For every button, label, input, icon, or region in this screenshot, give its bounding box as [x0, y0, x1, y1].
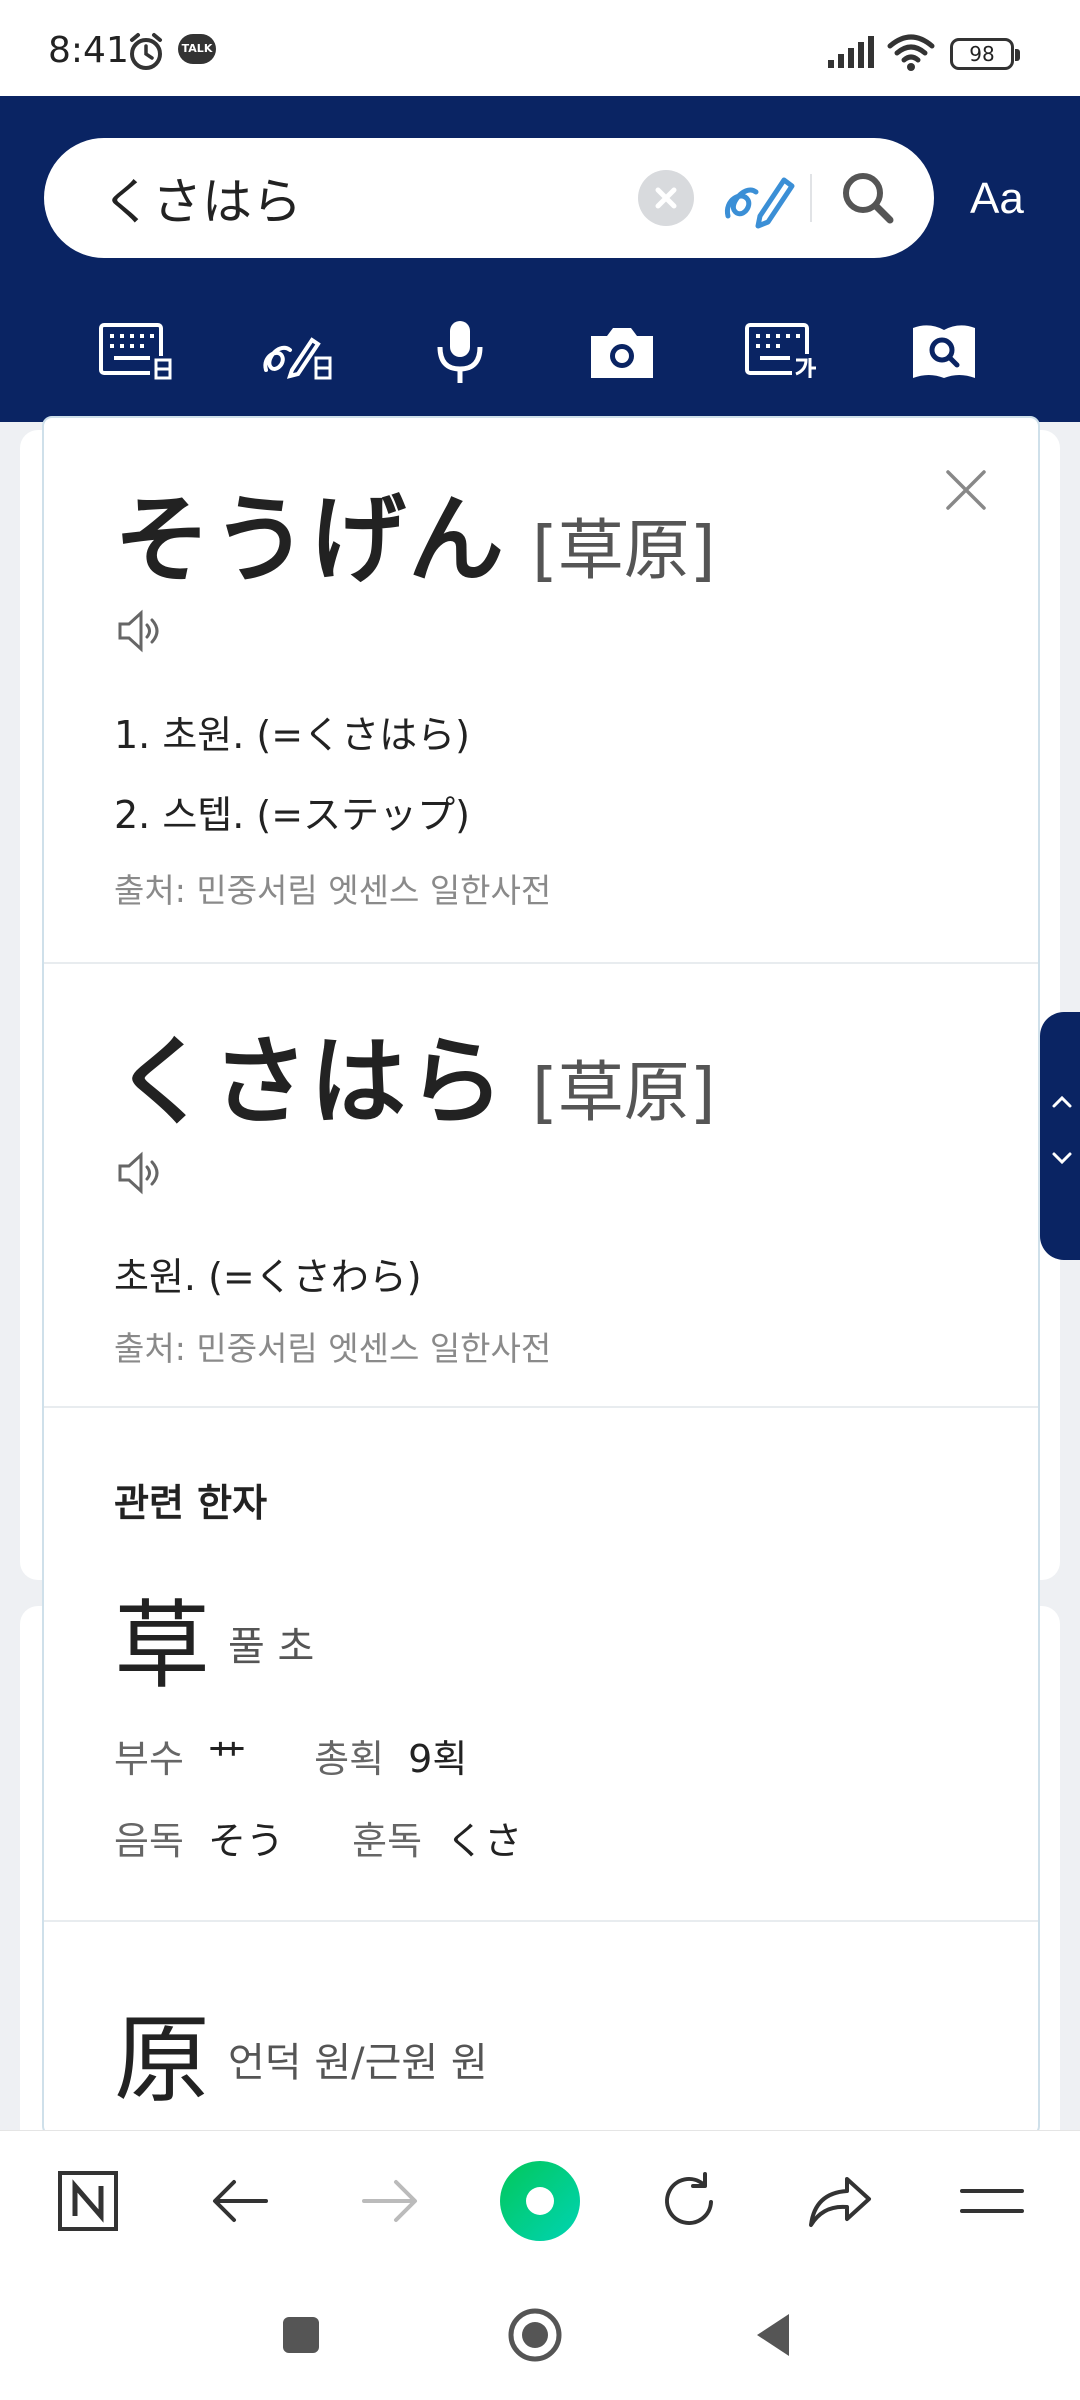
kanji-meaning: 언덕 원/근원 원 — [228, 2040, 488, 2086]
pronunciation-speaker-icon[interactable] — [116, 1148, 166, 1202]
radical-value: 艹 — [208, 1737, 247, 1781]
kanji-character: 原 — [114, 2004, 210, 2116]
kanji-readings: 음독 そう 훈독 くさ — [114, 1810, 522, 1865]
dictionary-entry: くさはら [草原] 초원. (=くさわら) 출처: 민중서림 엣센스 일한사전 — [44, 964, 1038, 1408]
dictionary-popup: そうげん [草原] 1. 초원. (=くさはら) 2. 스텝. (=ステップ) … — [42, 416, 1040, 2136]
status-time: 8:41 — [48, 30, 129, 71]
camera-icon — [591, 328, 653, 378]
menu-button[interactable] — [952, 2161, 1032, 2241]
strokes-value: 9획 — [408, 1737, 468, 1781]
kanji-character: 草 — [114, 1590, 210, 1702]
home-button[interactable] — [500, 2300, 570, 2370]
strokes-label: 총획 — [314, 1737, 385, 1781]
kun-reading-value: くさ — [446, 1819, 523, 1863]
definition: 초원. (=くさわら) — [114, 1255, 422, 1299]
entry-heading: そうげん [草原] — [114, 462, 716, 601]
forward-arrow-icon — [362, 2180, 417, 2222]
close-icon — [655, 187, 677, 209]
triangle-back-icon — [757, 2314, 789, 2356]
on-reading-label: 음독 — [114, 1819, 184, 1863]
headword-kanji: [草原] — [532, 1054, 716, 1131]
browser-toolbar — [0, 2130, 1080, 2270]
book-search-button[interactable] — [894, 302, 994, 402]
search-icon — [843, 173, 894, 224]
naver-home-button[interactable] — [48, 2161, 128, 2241]
naver-n-icon — [58, 2171, 118, 2231]
chevron-down-icon — [1052, 1152, 1072, 1165]
headword: そうげん — [114, 484, 506, 596]
dictionary-entry: そうげん [草原] 1. 초원. (=くさはら) 2. 스텝. (=ステップ) … — [44, 418, 1038, 964]
recent-apps-button[interactable] — [266, 2300, 336, 2370]
app-header: Aa — [0, 96, 1080, 422]
green-dot-icon — [500, 2161, 580, 2241]
back-arrow-icon — [213, 2180, 268, 2222]
headword: くさはら — [114, 1026, 506, 1138]
square-icon — [283, 2317, 319, 2353]
kanji-radical-strokes: 부수 艹 총획 9획 — [114, 1728, 467, 1783]
chevron-up-icon — [1052, 1095, 1072, 1108]
definition: 2. 스텝. (=ステップ) — [114, 793, 470, 837]
camera-button[interactable] — [572, 302, 672, 402]
headword-kanji: [草原] — [532, 512, 716, 589]
book-search-icon — [913, 325, 975, 378]
keyboard-ja-icon — [99, 323, 174, 380]
keyboard-ko-icon — [745, 323, 822, 380]
reload-icon — [665, 2172, 713, 2225]
search-button[interactable] — [834, 164, 904, 238]
keyboard-ko-button[interactable] — [734, 302, 834, 402]
system-nav-bar — [0, 2270, 1080, 2400]
search-box — [44, 138, 934, 258]
pronunciation-speaker-icon[interactable] — [116, 606, 166, 660]
forward-button[interactable] — [350, 2161, 430, 2241]
kanji-meaning: 풀 초 — [228, 1624, 315, 1670]
handwriting-ja-icon — [263, 337, 332, 380]
signal-icon — [828, 36, 878, 72]
handwriting-icon — [724, 177, 795, 229]
input-tools-row — [0, 302, 1080, 412]
search-divider — [810, 174, 812, 222]
microphone-icon — [437, 321, 483, 383]
green-dot-button[interactable] — [500, 2161, 580, 2241]
divider — [44, 1920, 1038, 1922]
source-text: 출처: 민중서림 엣센스 일한사전 — [114, 1329, 552, 1368]
search-input[interactable] — [102, 166, 662, 230]
radical-label: 부수 — [114, 1737, 184, 1781]
battery-icon: 98 — [950, 38, 1020, 70]
system-back-button[interactable] — [738, 2300, 808, 2370]
microphone-button[interactable] — [410, 302, 510, 402]
home-circle-icon — [508, 2308, 562, 2362]
status-bar: 8:41 TALK 98 — [0, 0, 1080, 96]
font-size-button[interactable]: Aa — [970, 174, 1024, 224]
wifi-icon — [886, 32, 936, 76]
alarm-icon — [126, 32, 166, 76]
scroll-tab[interactable] — [1040, 1012, 1080, 1260]
share-icon — [809, 2177, 871, 2227]
share-button[interactable] — [800, 2161, 880, 2241]
source-text: 출처: 민중서림 엣센스 일한사전 — [114, 871, 552, 910]
related-kanji-title: 관련 한자 — [114, 1481, 268, 1525]
on-reading-value: そう — [208, 1819, 285, 1863]
entry-heading: くさはら [草原] — [114, 1004, 716, 1143]
clear-search-button[interactable] — [638, 170, 694, 226]
menu-icon — [960, 2189, 1024, 2213]
back-button[interactable] — [200, 2161, 280, 2241]
talk-icon: TALK — [178, 34, 216, 64]
definition: 1. 초원. (=くさはら) — [114, 713, 470, 757]
kun-reading-label: 훈독 — [352, 1819, 423, 1863]
handwriting-ja-button[interactable] — [250, 302, 350, 402]
handwriting-button[interactable] — [720, 160, 796, 240]
keyboard-ja-button[interactable] — [88, 302, 188, 402]
reload-button[interactable] — [650, 2161, 730, 2241]
